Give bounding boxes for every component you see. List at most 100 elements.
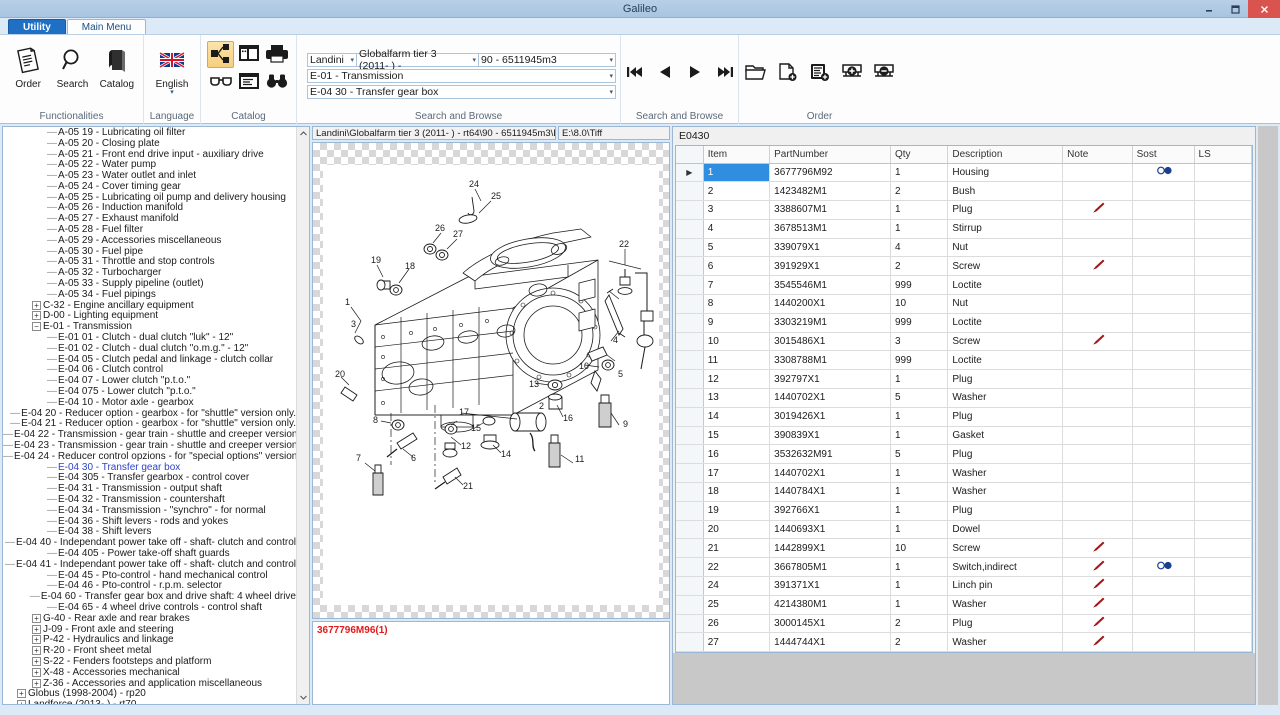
expand-plus-icon[interactable]: + xyxy=(32,678,41,688)
pen-icon[interactable] xyxy=(1092,578,1106,593)
cell-note[interactable] xyxy=(1062,256,1133,277)
table-combo[interactable]: E-04 30 - Transfer gear box ▾ xyxy=(307,85,616,99)
cell-sost[interactable] xyxy=(1132,163,1195,183)
row-selector-cell[interactable] xyxy=(676,275,704,296)
catalog-button[interactable]: Catalog xyxy=(97,39,137,90)
tree-node[interactable]: — A-05 19 - Lubricating oil filter xyxy=(3,127,296,138)
tree-node[interactable]: — E-04 23 - Transmission - gear train - s… xyxy=(3,440,296,451)
tree-node[interactable]: + R-20 - Front sheet metal xyxy=(3,645,296,656)
row-selector-cell[interactable] xyxy=(676,444,704,465)
row-selector-cell[interactable] xyxy=(676,388,704,408)
tree-node[interactable]: + Globus (1998-2004) - rp20 xyxy=(3,688,296,699)
tree-node[interactable]: +Landforce (2013- ) - rt70 xyxy=(3,699,296,704)
tree-node[interactable]: — E-04 305 - Transfer gearbox - control c… xyxy=(3,472,296,483)
cell-note[interactable] xyxy=(1062,614,1133,634)
tree-structure-icon-button[interactable] xyxy=(207,41,234,68)
expand-plus-icon[interactable]: + xyxy=(32,656,41,666)
table-row[interactable]: 2 1423482M1 2 Bush xyxy=(676,181,1252,202)
row-selector-cell[interactable] xyxy=(676,557,704,578)
column-header-description[interactable]: Description xyxy=(947,146,1064,164)
row-selector-cell[interactable] xyxy=(676,501,704,521)
add-to-cart-button[interactable] xyxy=(838,60,866,86)
glasses-icon-button[interactable] xyxy=(207,69,234,96)
tree-node[interactable]: — A-05 22 - Water pump xyxy=(3,159,296,170)
pen-icon[interactable] xyxy=(1092,334,1106,349)
tree-node[interactable]: — E-01 02 - Clutch - dual clutch "o.m.g."… xyxy=(3,343,296,354)
cell-sost[interactable] xyxy=(1132,557,1195,578)
next-record-button[interactable] xyxy=(684,62,706,84)
table-row[interactable]: 4 3678513M1 1 Stirrup xyxy=(676,219,1252,239)
table-row[interactable]: 14 3019426X1 1 Plug xyxy=(676,407,1252,427)
pen-icon[interactable] xyxy=(1092,259,1106,274)
group-combo[interactable]: E-01 - Transmission ▾ xyxy=(307,69,616,83)
expand-plus-icon[interactable]: + xyxy=(17,700,26,704)
tree-node[interactable]: + C-32 - Engine ancillary equipment xyxy=(3,300,296,311)
tree-node[interactable]: — A-05 28 - Fuel filter xyxy=(3,224,296,235)
chevron-down-icon[interactable]: ▾ xyxy=(170,89,174,96)
last-record-button[interactable] xyxy=(714,62,736,84)
previous-record-button[interactable] xyxy=(654,62,676,84)
tree-node[interactable]: + Z-36 - Accessories and application misc… xyxy=(3,678,296,689)
tree-node[interactable]: — E-04 36 - Shift levers - rods and yokes xyxy=(3,516,296,527)
model-combo[interactable]: Globalfarm tier 3 (2011- ) - ▾ xyxy=(357,48,479,72)
tree-node[interactable]: — E-04 07 - Lower clutch "p.t.o." xyxy=(3,375,296,386)
tree-node[interactable]: — A-05 30 - Fuel pipe xyxy=(3,246,296,257)
cell-note[interactable] xyxy=(1062,557,1133,578)
tab-utility[interactable]: Utility xyxy=(8,19,66,34)
pen-icon[interactable] xyxy=(1092,635,1106,650)
tree-node[interactable]: — E-04 06 - Clutch control xyxy=(3,364,296,375)
pen-icon[interactable] xyxy=(1092,597,1106,612)
row-selector-cell[interactable] xyxy=(676,294,704,314)
row-selector-cell[interactable] xyxy=(676,538,704,559)
printer-icon-button[interactable] xyxy=(263,41,290,68)
drawing-canvas[interactable]: 1 2 3 4 5 6 7 8 9 10 11 12 13 14 15 16 1… xyxy=(312,142,670,619)
sost-icon[interactable] xyxy=(1156,166,1173,178)
version-combo[interactable]: 90 - 6511945m3 ▾ xyxy=(479,53,616,67)
row-selector-cell[interactable] xyxy=(676,219,704,239)
tree-node[interactable]: — E-04 31 - Transmission - output shaft xyxy=(3,483,296,494)
row-selector-cell[interactable] xyxy=(676,181,704,202)
tree-node[interactable]: + G-40 - Rear axle and rear brakes xyxy=(3,613,296,624)
tree-node[interactable]: — E-04 32 - Transmission - countershaft xyxy=(3,494,296,505)
tree-node[interactable]: — E-04 34 - Transmission - "synchro" - fo… xyxy=(3,505,296,516)
table-row[interactable]: 3 3388607M1 1 Plug xyxy=(676,200,1252,220)
tree-node[interactable]: — E-04 10 - Motor axle - gearbox xyxy=(3,397,296,408)
tree-node[interactable]: — A-05 31 - Throttle and stop controls xyxy=(3,256,296,267)
table-row[interactable]: 10 3015486X1 3 Screw xyxy=(676,332,1252,352)
table-row[interactable]: 8 1440200X1 10 Nut xyxy=(676,294,1252,314)
tree-node[interactable]: — E-04 20 - Reducer option - gearbox - fo… xyxy=(3,408,296,419)
table-row[interactable]: 27 1444744X1 2 Washer xyxy=(676,632,1252,653)
tree-node[interactable]: + P-42 - Hydraulics and linkage xyxy=(3,634,296,645)
expand-plus-icon[interactable]: + xyxy=(32,646,41,656)
row-selector-cell[interactable] xyxy=(676,595,704,615)
tree-node[interactable]: + D-00 - Lighting equipment xyxy=(3,310,296,321)
tree-vertical-scrollbar[interactable] xyxy=(296,127,309,704)
table-row[interactable]: 19 392766X1 1 Plug xyxy=(676,501,1252,521)
row-selector-cell[interactable] xyxy=(676,407,704,427)
row-selector-cell[interactable] xyxy=(676,520,704,540)
tree-node[interactable]: + S-22 - Fenders footsteps and platform xyxy=(3,656,296,667)
table-row[interactable]: 9 3303219M1 999 Loctite xyxy=(676,313,1252,333)
tree-node[interactable]: — E-04 46 - Pto-control - r.p.m. selector xyxy=(3,580,296,591)
table-row[interactable]: 7 3545546M1 999 Loctite xyxy=(676,275,1252,296)
tree-node[interactable]: — A-05 27 - Exhaust manifold xyxy=(3,213,296,224)
tree-node[interactable]: — E-04 075 - Lower clutch "p.t.o." xyxy=(3,386,296,397)
sost-icon[interactable] xyxy=(1156,561,1173,573)
remove-from-cart-button[interactable] xyxy=(870,60,898,86)
column-header-ls[interactable]: LS xyxy=(1194,146,1252,164)
row-selector-cell[interactable] xyxy=(676,350,704,371)
table-row[interactable]: 11 3308788M1 999 Loctite xyxy=(676,350,1252,371)
table-row[interactable]: 24 391371X1 1 Linch pin xyxy=(676,576,1252,596)
restore-button[interactable] xyxy=(1222,0,1248,18)
tree-node[interactable]: − E-01 - Transmission xyxy=(3,321,296,332)
row-selector-cell[interactable]: ▶ xyxy=(676,163,704,183)
tree-node[interactable]: — A-05 21 - Front end drive input - auxil… xyxy=(3,149,296,160)
tree-node[interactable]: — A-05 33 - Supply pipeline (outlet) xyxy=(3,278,296,289)
parts-table-grid[interactable]: Item PartNumber Qty Description Note Sost LS ▶… xyxy=(675,145,1253,654)
cell-note[interactable] xyxy=(1062,632,1133,653)
column-header-item[interactable]: Item xyxy=(703,146,771,164)
table-row[interactable]: ▶ 1 3677796M92 1 Housing xyxy=(676,163,1252,183)
row-selector-cell[interactable] xyxy=(676,332,704,352)
tree-node[interactable]: — E-04 24 - Reducer control opzions - for… xyxy=(3,451,296,462)
expand-plus-icon[interactable]: + xyxy=(32,613,41,623)
